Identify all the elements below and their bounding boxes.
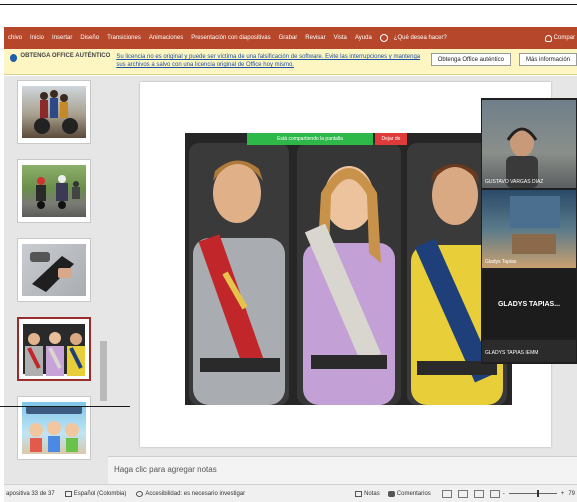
activation-bar: OBTENGA OFFICE AUTÉNTICO Su licencia no … [4, 49, 577, 75]
ribbon-tabs: chivo Inicio Insertar Diseño Transicione… [4, 27, 577, 49]
participant-video-tile[interactable]: GUSTAVO VARGAS DIAZ [482, 100, 576, 188]
activation-message-link[interactable]: Su licencia no es original y puede ser v… [116, 53, 422, 69]
accessibility-icon [136, 490, 144, 497]
share-label: Compar [553, 35, 575, 41]
zoom-slider[interactable] [508, 490, 557, 497]
cartoon-family-illustration [26, 406, 82, 452]
slideshow-button[interactable] [489, 489, 500, 498]
tab-presentacion[interactable]: Presentación con diapositivas [187, 35, 274, 41]
participant-name: GUSTAVO VARGAS DIAZ [485, 179, 544, 185]
activation-title: OBTENGA OFFICE AUTÉNTICO [20, 53, 111, 59]
accessibility-indicator[interactable]: Accesibilidad: es necesario investigar [136, 490, 246, 497]
lightbulb-icon [379, 34, 388, 42]
tab-transiciones[interactable]: Transiciones [103, 35, 145, 41]
spellcheck-icon [64, 490, 72, 497]
seatbelt-buckle-image [22, 244, 86, 296]
tab-insertar[interactable]: Insertar [48, 35, 76, 41]
screen-share-banner[interactable]: Está compartiendo la pantalla [247, 133, 373, 145]
participant-avatar-illustration [506, 127, 538, 188]
comments-button[interactable]: Comentarios [387, 490, 431, 497]
car-family-cartoon-image [22, 402, 86, 454]
motorcycle-family-image [22, 86, 86, 138]
motorcycle-riders-illustration [34, 90, 78, 134]
buckle-hand-illustration [30, 252, 74, 292]
language-indicator[interactable]: Español (Colombia) [64, 490, 127, 497]
notes-pane[interactable]: Haga clic para agregar notas [108, 456, 577, 484]
tab-ayuda[interactable]: Ayuda [351, 35, 376, 41]
tab-animaciones[interactable]: Animaciones [145, 35, 187, 41]
participant-video-tile[interactable]: GLADYS TAPIAS IEMM [482, 340, 576, 362]
overlay-line [0, 406, 130, 407]
kids-seatbelt-photo[interactable] [185, 133, 512, 405]
classroom-video-illustration [510, 196, 560, 254]
stop-share-label: Dejar de [381, 136, 401, 142]
zoom-out-button[interactable]: - [503, 491, 505, 497]
get-genuine-office-button[interactable]: Obtenga Office auténtico [430, 53, 511, 66]
thumbnail-panel-scrollbar[interactable] [100, 341, 107, 401]
slide-thumbnail[interactable] [17, 80, 91, 144]
scooter-riders-illustration [36, 175, 80, 209]
participant-name: GLADYS TAPIAS IEMM [485, 350, 539, 356]
tab-grabar[interactable]: Grabar [275, 35, 302, 41]
notes-placeholder: Haga clic para agregar notas [114, 465, 217, 474]
warning-icon [10, 54, 18, 62]
more-info-button[interactable]: Más información [518, 53, 577, 66]
tab-diseno[interactable]: Diseño [76, 35, 103, 41]
participant-name: Gladys Tapias [485, 259, 517, 265]
slide-thumbnail[interactable] [17, 238, 91, 302]
accessibility-label: Accesibilidad: es necesario investigar [145, 490, 246, 497]
comment-icon [387, 490, 395, 497]
notes-toggle-label: Notas [364, 490, 380, 497]
notes-icon [355, 490, 363, 497]
slide-sorter-view-button[interactable] [457, 489, 468, 498]
comments-label: Comentarios [396, 490, 431, 497]
zoom-slider-knob[interactable] [536, 490, 539, 497]
participant-video-tile[interactable]: Gladys Tapias [482, 190, 576, 268]
share-button[interactable]: Compar [544, 34, 577, 42]
status-bar: apositiva 33 de 37 Español (Colombia) Ac… [4, 484, 577, 502]
tab-archivo[interactable]: chivo [4, 35, 26, 41]
slide-thumbnail-panel [4, 76, 108, 484]
tab-revisar[interactable]: Revisar [301, 35, 329, 41]
language-label: Español (Colombia) [73, 490, 127, 497]
notes-toggle-button[interactable]: Notas [355, 490, 380, 497]
participant-name-large: GLADYS TAPIAS... [497, 300, 561, 308]
three-kids-mini-illustration [25, 332, 85, 376]
kids-with-seatbelt-covers-illustration [185, 133, 512, 405]
road-scooters-image [22, 165, 86, 217]
normal-view-button[interactable] [441, 489, 452, 498]
tab-inicio[interactable]: Inicio [26, 35, 48, 41]
slide-count: apositiva 33 de 37 [6, 490, 55, 497]
zoom-level[interactable]: 79 [568, 491, 575, 497]
slide-thumbnail[interactable] [17, 159, 91, 223]
zoom-in-button[interactable]: + [561, 491, 565, 497]
reading-view-button[interactable] [473, 489, 484, 498]
screen-share-label: Está compartiendo la pantalla [277, 136, 343, 142]
kids-seatbelt-thumbnail-image [23, 324, 85, 376]
person-icon [544, 34, 552, 42]
slide-thumbnail-selected[interactable] [17, 317, 91, 381]
stop-share-button[interactable]: Dejar de [375, 133, 407, 145]
participant-name-tile[interactable]: GLADYS TAPIAS... [482, 270, 576, 338]
tab-vista[interactable]: Vista [330, 35, 351, 41]
window-border [0, 4, 577, 5]
tell-me-search[interactable]: ¿Qué desea hacer? [390, 35, 451, 41]
